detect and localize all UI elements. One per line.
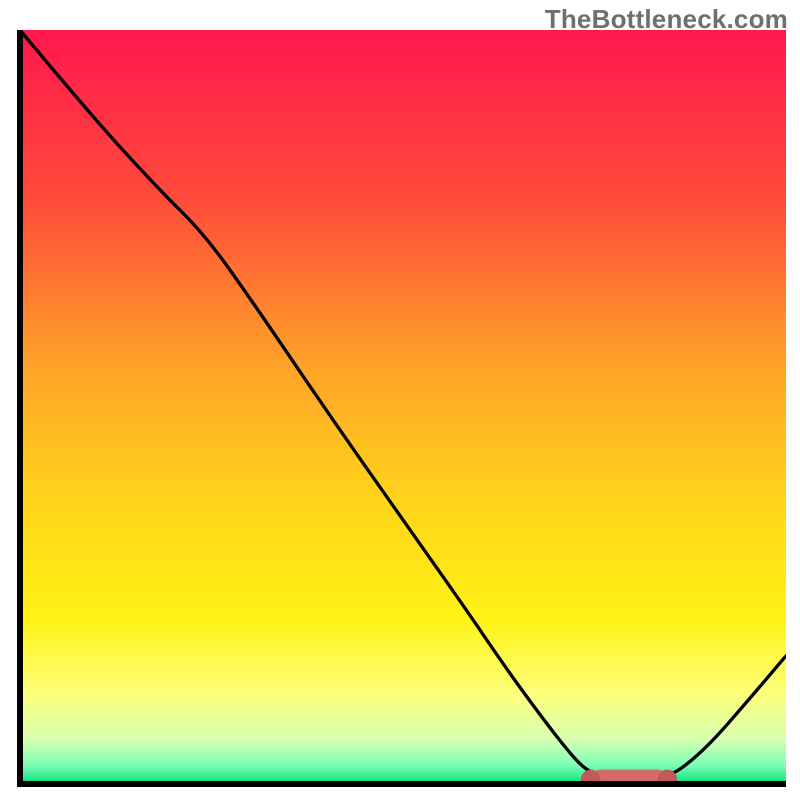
gradient-background	[20, 30, 786, 784]
chart-svg	[14, 30, 786, 790]
chart-frame: TheBottleneck.com	[0, 0, 800, 800]
plot-area	[14, 30, 786, 790]
watermark-text: TheBottleneck.com	[545, 4, 788, 35]
